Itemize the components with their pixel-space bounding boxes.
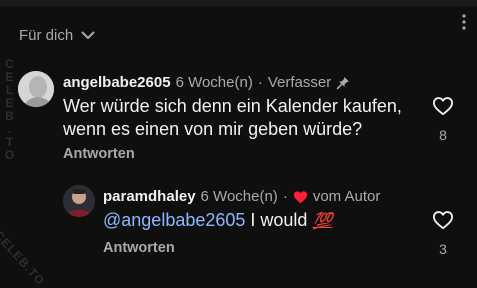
comment-text-line: wenn es einen von mir geben würde? [63,119,363,139]
sort-dropdown[interactable]: Für dich [19,27,95,44]
mention-link[interactable]: @angelbabe2605 [103,210,245,230]
comment-time: 6 Woche(n) [175,74,253,91]
hundred-points-emoji: 💯 [312,213,333,230]
reply-time: 6 Woche(n) [200,188,278,205]
author-badge: Verfasser [267,74,332,91]
reply-text: @angelbabe2605 I would 💯 [103,209,332,233]
like-count: 8 [439,127,447,143]
watermark-vertical: CELEB.TO [4,57,16,162]
meta-separator: · [257,74,263,91]
sort-label: Für dich [19,27,74,44]
heart-outline-icon[interactable] [432,210,454,230]
chevron-down-icon [81,31,95,39]
comment-username[interactable]: angelbabe2605 [63,74,171,91]
reply-text-body: I would [245,210,313,230]
reply-username[interactable]: paramdhaley [103,188,196,205]
comment-meta: angelbabe2605 6 Woche(n) · Verfasser [63,74,350,91]
comment-text-line: Wer würde sich denn ein Kalender kaufen, [63,96,402,116]
watermark-diagonal: CELEB.TO [0,228,48,288]
more-options-icon[interactable] [462,14,466,35]
pin-icon [336,76,350,89]
reply-meta: paramdhaley 6 Woche(n) · vom Autor [103,188,380,205]
meta-separator: · [282,188,288,205]
heart-outline-icon[interactable] [432,96,454,116]
avatar[interactable] [63,185,95,217]
creator-heart-label: vom Autor [312,188,381,205]
comment-text: Wer würde sich denn ein Kalender kaufen,… [63,95,402,141]
like-count: 3 [439,241,447,257]
reply-button[interactable]: Antworten [63,146,135,162]
reply-button[interactable]: Antworten [103,240,175,256]
creator-heart-icon [293,190,307,203]
avatar[interactable] [18,71,54,107]
top-scroll-edge [0,0,477,6]
